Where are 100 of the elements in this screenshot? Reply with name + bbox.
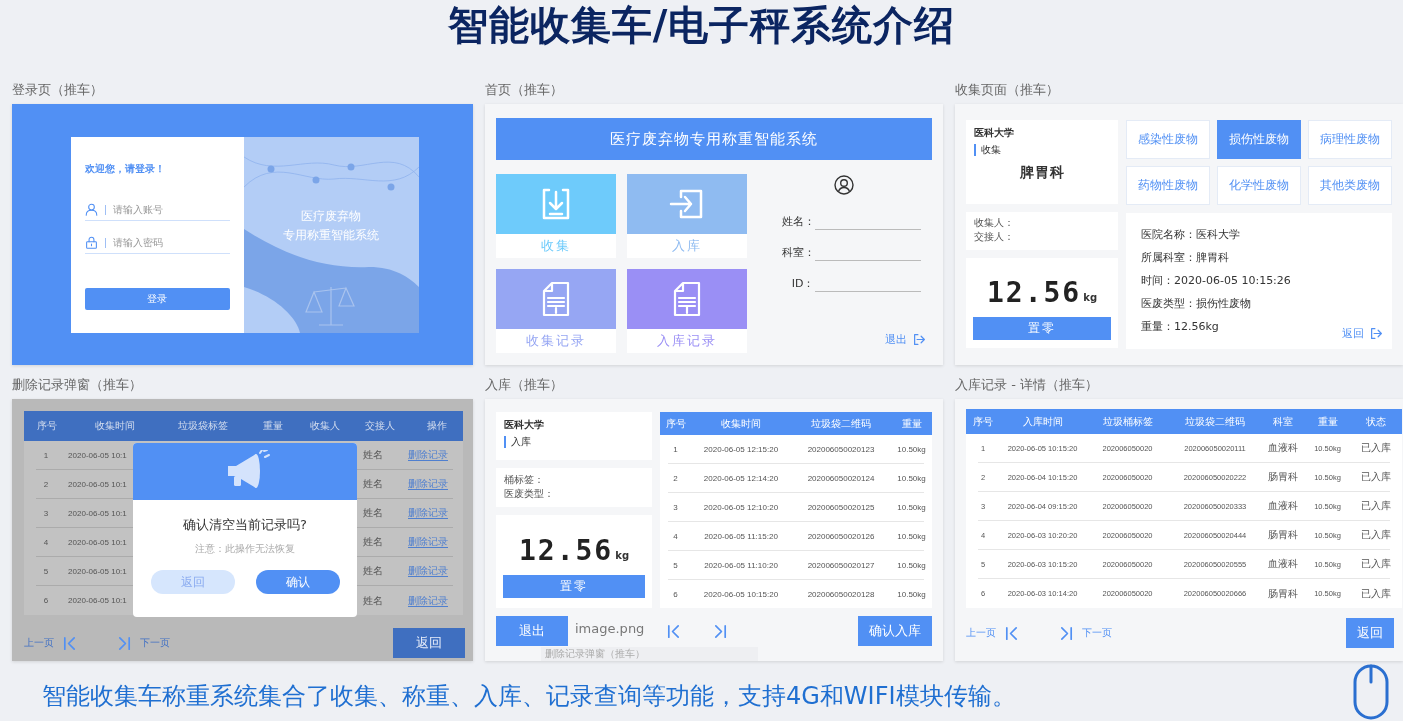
table-cell-text: 6 — [42, 596, 50, 605]
column-header: 操作 — [425, 419, 448, 433]
unit-label: kg — [1083, 292, 1098, 304]
field-label: 收集人： — [974, 216, 1015, 230]
menu-tile[interactable]: 收集记录 — [496, 269, 616, 353]
header-bar: 医疗废弃物专用称重智能系统 — [496, 118, 932, 160]
last-page-icon — [1059, 625, 1074, 641]
input-field[interactable]: 请输入账号 — [112, 204, 223, 215]
table-cell-text: 202006050020128 — [806, 590, 876, 599]
table-cell-text: 10.50kg — [896, 473, 927, 483]
table-cell-text: 2020-06-05 10:1 — [68, 537, 128, 547]
table-cell-text: 血液科 — [1266, 499, 1299, 513]
table-cell-text: 202006050020125 — [806, 502, 876, 512]
menu-tile[interactable]: 入库记录 — [627, 269, 747, 353]
next-page-button[interactable]: 下一页 — [117, 635, 170, 651]
table-cell-text: 2020-06-05 10:1 — [68, 479, 128, 489]
table-cell-text: 202006050020127 — [806, 560, 876, 570]
first-page-icon — [1004, 625, 1019, 641]
hospital-name: 医科大学 — [504, 418, 545, 432]
confirm-button[interactable]: 确认 — [255, 570, 340, 594]
menu-tile[interactable]: 收集 — [496, 174, 616, 258]
unit-label: kg — [615, 550, 630, 561]
delete-link[interactable]: 删除记录 — [407, 478, 448, 490]
last-page-icon — [117, 635, 132, 651]
zero-button[interactable]: 置零 — [973, 317, 1111, 340]
column-header: 收集人 — [309, 419, 341, 433]
previous-page-button[interactable]: 上一页 — [966, 625, 1019, 641]
weight-reading: 12.56 — [986, 275, 1082, 312]
column-header: 垃圾袋二维码 — [1184, 414, 1246, 429]
table-cell-text: 姓名 — [362, 506, 385, 520]
confirm-button[interactable]: 确认入库 — [858, 616, 932, 646]
user-icon — [84, 203, 98, 216]
back-button[interactable]: 返回 — [1342, 326, 1383, 341]
table-cell-text: 4 — [42, 537, 50, 547]
back-button[interactable]: 返回 — [1346, 618, 1394, 648]
field-label: 姓名： — [780, 214, 815, 230]
detail-text: 时间：2020-06-05 10:15:26 — [1141, 273, 1291, 289]
next-page-button[interactable]: 下一页 — [1059, 625, 1112, 641]
avatar-icon — [833, 175, 854, 195]
field-label: 医废类型： — [504, 487, 555, 501]
table-cell-text: 血液科 — [1266, 441, 1299, 455]
field-label: ID： — [790, 276, 815, 292]
summary-text: 智能收集车称重系统集合了收集、称重、入库、记录查询等功能，支持4G和WIFI模块传输。 — [42, 681, 1016, 712]
hospital-name: 医科大学 — [974, 126, 1015, 140]
table-cell-text: 2020-06-05 10:1 — [68, 508, 128, 518]
category-button[interactable]: 药物性废物 — [1126, 166, 1210, 205]
table-cell-text: 10.50kg — [896, 531, 927, 541]
table-cell-text: 已入库 — [1360, 586, 1392, 601]
column-header: 收集时间 — [94, 419, 136, 433]
column-header: 序号 — [972, 414, 994, 429]
category-button[interactable]: 化学性废物 — [1217, 166, 1301, 205]
category-button[interactable]: 其他类废物 — [1308, 166, 1392, 205]
table-cell-text: 3 — [42, 508, 50, 518]
table-cell-text: 肠胃科 — [1266, 586, 1299, 601]
panel-caption: 登录页（推车） — [12, 81, 104, 99]
slide-title: 智能收集车/电子秤系统介绍 — [446, 1, 957, 50]
category-button[interactable]: 病理性废物 — [1308, 120, 1392, 159]
table-cell-text: 2020-06-05 12:15:20 — [702, 444, 780, 454]
table-cell-text: 2 — [672, 473, 679, 483]
logout-button[interactable]: 退出 — [885, 332, 926, 347]
table-cell-text: 姓名 — [362, 593, 385, 608]
section-title: 收集 — [974, 144, 1110, 156]
table-cell-text: 2020-06-05 11:10:20 — [703, 560, 779, 570]
delete-link[interactable]: 删除记录 — [407, 507, 448, 519]
table-cell-text: 2020-06-05 12:10:20 — [702, 502, 780, 512]
previous-page-button[interactable]: 上一页 — [24, 635, 77, 651]
category-button[interactable]: 损伤性废物 — [1217, 120, 1301, 159]
detail-text: 医废类型：损伤性废物 — [1141, 296, 1251, 312]
table-cell-text: 2020-06-05 11:15:20 — [703, 531, 779, 541]
delete-link[interactable]: 删除记录 — [407, 536, 448, 548]
login-button[interactable]: 登录 — [84, 287, 230, 310]
banner-title: 专用称重智能系统 — [283, 226, 379, 244]
back-button[interactable]: 返回 — [393, 628, 465, 658]
table-cell-text: 3 — [672, 502, 679, 512]
exit-icon — [913, 333, 926, 346]
table-cell-text: 已入库 — [1360, 470, 1392, 484]
banner-title: 医疗废弃物 — [300, 207, 362, 225]
panel-caption: 首页（推车） — [485, 81, 564, 99]
cancel-button[interactable]: 返回 — [150, 570, 235, 594]
table-cell-text: 已入库 — [1360, 528, 1392, 542]
table-cell-text: 姓名 — [362, 477, 385, 491]
last-page-button[interactable] — [713, 623, 728, 639]
delete-link[interactable]: 删除记录 — [407, 565, 448, 577]
first-page-icon — [666, 623, 681, 639]
delete-link[interactable]: 删除记录 — [407, 449, 448, 461]
section-title: 入库 — [504, 436, 644, 448]
column-header: 重量 — [1316, 414, 1339, 429]
first-page-button[interactable] — [666, 623, 681, 639]
exit-button[interactable]: 退出 — [496, 616, 568, 646]
welcome-text: 欢迎您，请登录！ — [84, 161, 166, 176]
zero-button[interactable]: 置零 — [503, 575, 645, 598]
table-cell-text: 6 — [672, 590, 679, 599]
table-cell-text: 10.50kg — [896, 560, 927, 570]
table-cell-text: 2020-06-05 10:1 — [68, 596, 128, 605]
category-button[interactable]: 感染性废物 — [1126, 120, 1210, 159]
department-name: 脾胃科 — [1018, 164, 1066, 182]
menu-tile[interactable]: 入库 — [627, 174, 747, 258]
column-header: 状态 — [1365, 414, 1387, 429]
delete-link[interactable]: 删除记录 — [407, 594, 448, 607]
input-field[interactable]: 请输入密码 — [112, 237, 223, 248]
